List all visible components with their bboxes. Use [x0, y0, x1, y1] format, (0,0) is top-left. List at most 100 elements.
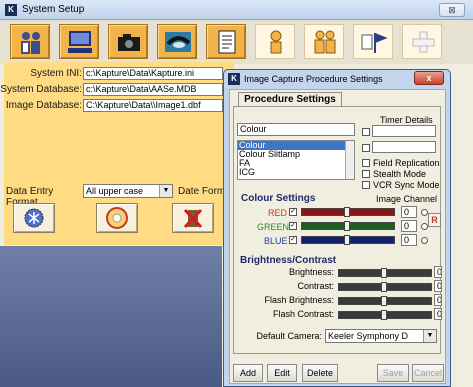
contrast-slider-thumb[interactable]: [381, 282, 387, 292]
blue-channel-radio[interactable]: [421, 237, 428, 244]
toolbar-eye-button[interactable]: [157, 24, 197, 59]
flash-brightness-slider[interactable]: [338, 296, 432, 306]
flash-contrast-slider[interactable]: [338, 310, 432, 320]
contrast-value-field[interactable]: 0: [434, 280, 442, 292]
blue-value-field[interactable]: 0: [401, 234, 417, 246]
red-slider[interactable]: [301, 207, 395, 217]
chevron-down-icon: ▼: [423, 330, 436, 342]
image-channel-label: Image Channel: [376, 194, 438, 204]
toolbar-group-button[interactable]: [304, 24, 344, 59]
title-bar: K System Setup: [0, 0, 473, 20]
toolbar-add-button[interactable]: [402, 24, 442, 59]
add-button[interactable]: Add: [233, 364, 263, 382]
toolbar-person-button[interactable]: [255, 24, 295, 59]
toolbar-computer-button[interactable]: [59, 24, 99, 59]
delete-format-icon: [183, 208, 203, 229]
dialog-title: Image Capture Procedure Settings: [244, 74, 383, 84]
brightness-contrast-label: Brightness/Contrast: [240, 255, 337, 266]
brightness-value-field[interactable]: 0: [434, 266, 442, 278]
contrast-slider[interactable]: [338, 282, 432, 292]
field-replication-label: Field Replication: [373, 158, 440, 168]
add-icon: [412, 31, 435, 53]
timer-1-field[interactable]: [372, 125, 436, 137]
clear-icon-button[interactable]: [172, 203, 214, 233]
computer-icon: [68, 31, 92, 53]
procedure-input[interactable]: Colour: [237, 123, 355, 136]
brightness-slider-thumb[interactable]: [381, 268, 387, 278]
group-icon: [314, 30, 336, 54]
blue-label: BLUE: [264, 236, 288, 246]
timer-1-checkbox[interactable]: [362, 128, 370, 136]
red-checkbox[interactable]: ✓: [289, 208, 297, 216]
r-button[interactable]: R: [428, 213, 441, 227]
blue-slider[interactable]: [301, 235, 395, 245]
save-button[interactable]: Save: [377, 364, 409, 382]
person-icon: [270, 30, 282, 54]
vcr-sync-checkbox[interactable]: [362, 181, 370, 189]
default-camera-label: Default Camera:: [256, 331, 322, 341]
edit-button[interactable]: Edit: [267, 364, 297, 382]
toolbar-camera-button[interactable]: [108, 24, 148, 59]
red-channel-radio[interactable]: [421, 209, 428, 216]
dialog-title-bar: K Image Capture Procedure Settings x: [224, 70, 450, 88]
contrast-label: Contrast:: [297, 281, 334, 291]
dialog-body: Procedure Settings Colour Colour Colour …: [229, 89, 446, 384]
flash-contrast-label: Flash Contrast:: [272, 309, 334, 319]
brightness-label: Brightness:: [288, 267, 334, 277]
red-slider-thumb[interactable]: [344, 207, 350, 217]
blue-slider-thumb[interactable]: [344, 235, 350, 245]
red-value-field[interactable]: 0: [401, 206, 417, 218]
clock-icon: [106, 207, 128, 229]
toolbar-document-button[interactable]: [206, 24, 246, 59]
procedure-settings-dialog: K Image Capture Procedure Settings x Pro…: [223, 69, 451, 387]
green-value-field[interactable]: 0: [401, 220, 417, 232]
cancel-button[interactable]: Cancel: [412, 364, 444, 382]
green-channel-radio[interactable]: [421, 223, 428, 230]
green-label: GREEN: [257, 222, 290, 232]
flash-contrast-value-field[interactable]: 0: [434, 308, 442, 320]
flash-contrast-slider-thumb[interactable]: [381, 310, 387, 320]
brightness-slider[interactable]: [338, 268, 432, 278]
blue-checkbox[interactable]: ✓: [289, 236, 297, 244]
background-area: [0, 246, 222, 387]
date-format-label: Date Form: [178, 186, 223, 197]
eye-icon: [165, 32, 191, 52]
default-camera-value: Keeler Symphony D: [328, 331, 409, 341]
timer-2-field[interactable]: [372, 141, 436, 153]
dialog-close-button[interactable]: x: [414, 71, 444, 85]
list-scrollbar[interactable]: [345, 141, 354, 179]
users-icon: [21, 32, 40, 54]
default-camera-select[interactable]: Keeler Symphony D ▼: [325, 329, 437, 343]
badge-icon: [24, 208, 44, 228]
system-ini-field[interactable]: c:\Kapture\Data\Kapture.ini: [83, 67, 223, 80]
red-label: RED: [268, 208, 288, 218]
flash-brightness-value-field[interactable]: 0: [434, 294, 442, 306]
date-icon-button[interactable]: [96, 203, 138, 233]
toolbar-flag-button[interactable]: [353, 24, 393, 59]
flash-brightness-slider-thumb[interactable]: [381, 296, 387, 306]
image-database-label: Image Database:: [5, 100, 82, 111]
field-replication-checkbox[interactable]: [362, 159, 370, 167]
procedure-settings-pane: Colour Colour Colour Slitlamp FA ICG Tim…: [233, 106, 442, 354]
vcr-sync-label: VCR Sync Mode: [373, 180, 440, 190]
stealth-mode-checkbox[interactable]: [362, 170, 370, 178]
stealth-mode-label: Stealth Mode: [373, 169, 427, 179]
chevron-down-icon: ▼: [159, 185, 172, 197]
data-entry-format-select[interactable]: All upper case ▼: [83, 184, 173, 198]
list-item[interactable]: FA: [238, 159, 354, 168]
timer-details-label: Timer Details: [380, 115, 433, 125]
toolbar-users-button[interactable]: [10, 24, 50, 59]
system-database-field[interactable]: c:\Kapture\Data\AASe.MDB: [83, 83, 223, 96]
green-slider-thumb[interactable]: [344, 221, 350, 231]
tab-procedure-settings[interactable]: Procedure Settings: [238, 92, 342, 107]
close-button[interactable]: ⊠: [439, 3, 465, 17]
image-database-field[interactable]: C:\Kapture\Data\\Image1.dbf: [83, 99, 223, 112]
green-checkbox[interactable]: ✓: [289, 222, 297, 230]
green-slider[interactable]: [301, 221, 395, 231]
procedure-list[interactable]: Colour Colour Slitlamp FA ICG: [237, 140, 355, 180]
list-item[interactable]: Colour Slitlamp: [238, 150, 354, 159]
list-item[interactable]: ICG: [238, 168, 354, 177]
timer-2-checkbox[interactable]: [362, 144, 370, 152]
delete-button[interactable]: Delete: [302, 364, 338, 382]
entry-icon-button[interactable]: [13, 203, 55, 233]
